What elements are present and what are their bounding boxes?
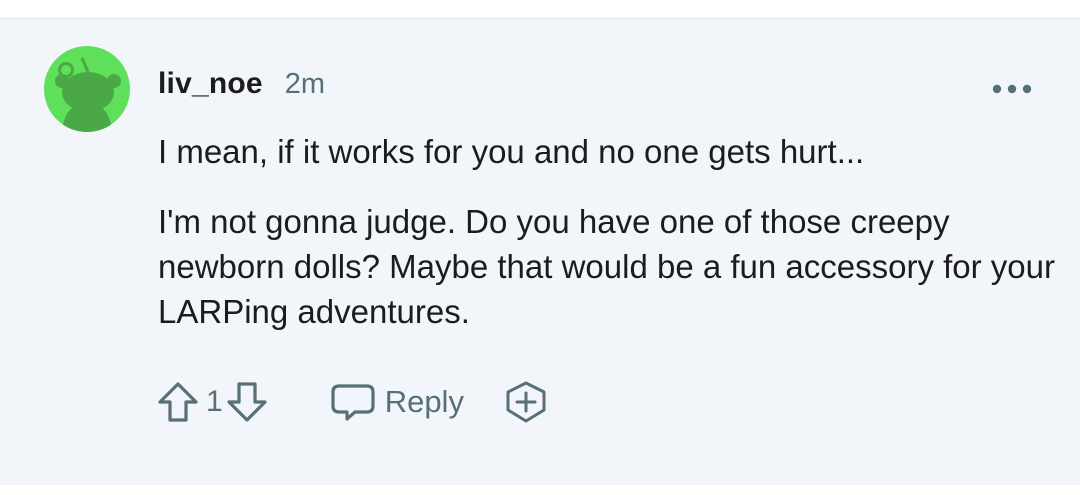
comment-card: liv_noe 2m I mean, if it works for you a… [0,19,1080,485]
more-options-icon [992,84,1032,94]
downvote-arrow-icon[interactable] [225,380,269,424]
vote-count: 1 [206,385,223,418]
comment-header: liv_noe 2m [158,67,325,107]
avatar[interactable] [44,46,130,132]
comment-actions: 1 Reply [156,377,548,427]
top-divider [0,0,1080,19]
speech-bubble-icon [331,384,375,421]
award-button[interactable] [504,380,548,424]
comment-paragraph: I mean, if it works for you and no one g… [158,133,865,170]
bottom-divider [0,485,1080,495]
comment-paragraph: I'm not gonna judge. Do you have one of … [158,203,1055,330]
comment-body: I mean, if it works for you and no one g… [158,129,1058,334]
upvote-arrow-icon[interactable] [156,380,200,424]
more-options-button[interactable] [988,73,1036,105]
reply-button[interactable]: Reply [329,380,464,424]
username-link[interactable]: liv_noe [158,67,263,101]
reply-label: Reply [384,384,464,419]
timestamp: 2m [284,68,326,100]
award-plus-icon [506,381,546,423]
